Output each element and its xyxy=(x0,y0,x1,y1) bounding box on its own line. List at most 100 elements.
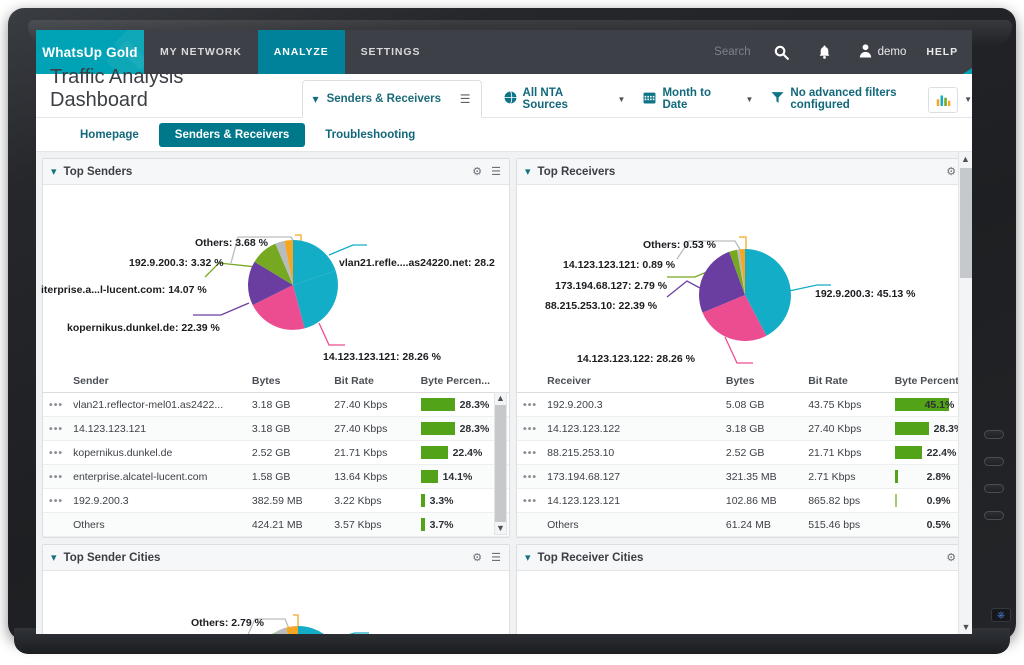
pct-value: 45.1% xyxy=(924,398,955,411)
chevron-down-icon: ▼ xyxy=(964,94,972,104)
page-title: Traffic Analysis Dashboard xyxy=(50,66,184,111)
cell-bytes: 5.08 GB xyxy=(721,392,805,417)
row-menu-icon[interactable]: ••• xyxy=(517,464,544,489)
gear-icon[interactable]: ⚙ xyxy=(472,165,482,178)
cell-name: enterprise.alcatel-lucent.com xyxy=(69,464,248,489)
cell-rate: 43.75 Kbps xyxy=(804,392,891,417)
cell-rate: 865.82 bps xyxy=(804,488,891,513)
search-icon[interactable] xyxy=(759,30,804,74)
pie-label-192-9-200-3: 192.9.200.3: 3.32 % xyxy=(129,257,224,269)
monitor-button-1[interactable] xyxy=(984,430,1004,439)
power-icon[interactable]: ⎈ xyxy=(991,608,1011,622)
pct-value: 22.4% xyxy=(926,446,957,459)
panel-header-top-senders: ▾ Top Senders ⚙ ☰ xyxy=(43,159,509,185)
funnel-icon xyxy=(771,91,784,107)
menu-icon[interactable]: ☰ xyxy=(491,165,501,178)
scroll-thumb[interactable] xyxy=(495,405,506,522)
table-row: ••• 192.9.200.3 5.08 GB 43.75 Kbps 45.1% xyxy=(517,392,972,417)
th-bytes[interactable]: Bytes xyxy=(721,370,805,393)
search-input[interactable]: Search xyxy=(714,30,758,74)
monitor-device: ⎈ WhatsUp Gold MY NETWORK ANALYZE SETTIN… xyxy=(0,0,1024,665)
th-bytes[interactable]: Bytes xyxy=(247,370,331,393)
calendar-icon xyxy=(643,91,656,107)
chevron-down-icon[interactable]: ▾ xyxy=(51,551,57,564)
page-scroll-thumb[interactable] xyxy=(960,168,972,278)
pie-top-sender-cities xyxy=(247,614,369,634)
monitor-button-4[interactable] xyxy=(984,511,1004,520)
pie-label-vlan21: vlan21.refle....as24220.net: 28.2 xyxy=(339,257,495,269)
pie-label-rcv-others: Others: 0.53 % xyxy=(643,239,716,251)
gear-icon[interactable]: ⚙ xyxy=(472,551,482,564)
scroll-up-icon[interactable]: ▲ xyxy=(496,393,505,404)
cell-rate: 27.40 Kbps xyxy=(330,392,417,417)
bell-icon[interactable] xyxy=(804,30,845,74)
menu-icon[interactable]: ☰ xyxy=(491,551,501,564)
cell-name: 173.194.68.127 xyxy=(543,464,722,489)
pie-label-rcv-14-123-123-122: 14.123.123.122: 28.26 % xyxy=(577,353,695,365)
page-scrollbar[interactable]: ▲ ▼ xyxy=(958,152,972,634)
th-receiver[interactable]: Receiver xyxy=(543,370,722,393)
pct-value: 22.4% xyxy=(452,446,483,459)
gear-icon[interactable]: ⚙ xyxy=(946,165,956,178)
pct-value: 3.3% xyxy=(429,494,454,507)
row-menu-icon[interactable]: ••• xyxy=(43,464,70,489)
cell-rate: 13.64 Kbps xyxy=(330,464,417,489)
cell-rate: 3.57 Kbps xyxy=(330,512,417,537)
row-menu-icon[interactable]: ••• xyxy=(517,392,544,417)
monitor-button-2[interactable] xyxy=(984,457,1004,466)
table-row: ••• 192.9.200.3 382.59 MB 3.22 Kbps 3.3% xyxy=(43,488,509,513)
tab-senders-receivers[interactable]: Senders & Receivers xyxy=(158,122,306,147)
pie-label-enterprise: iterprise.a...l-lucent.com: 14.07 % xyxy=(41,284,207,296)
cell-name: Others xyxy=(69,512,248,537)
tab-homepage[interactable]: Homepage xyxy=(64,123,155,147)
row-menu-icon[interactable]: ••• xyxy=(43,488,70,513)
nav-item-settings[interactable]: SETTINGS xyxy=(345,30,437,74)
pie-label-others: Others: 3.68 % xyxy=(195,237,268,249)
cell-bytes: 321.35 MB xyxy=(721,464,805,489)
pie-label-rcv-88-215-253-10: 88.215.253.10: 22.39 % xyxy=(545,300,658,312)
th-bit-rate[interactable]: Bit Rate xyxy=(804,370,891,393)
chevron-down-icon: ▼ xyxy=(745,94,754,104)
th-bit-rate[interactable]: Bit Rate xyxy=(330,370,417,393)
panel-title-top-sender-cities: Top Sender Cities xyxy=(63,551,161,564)
user-menu[interactable]: demo xyxy=(845,30,921,74)
chevron-down-icon: ▼ xyxy=(617,94,626,104)
tab-troubleshooting[interactable]: Troubleshooting xyxy=(309,123,431,147)
scroll-up-icon[interactable]: ▲ xyxy=(959,152,972,166)
chevron-down-icon[interactable]: ▾ xyxy=(51,165,57,178)
chart-view-button[interactable] xyxy=(928,87,958,113)
view-selector-tab[interactable]: ▾ Senders & Receivers ☰ xyxy=(301,80,482,118)
row-menu-icon[interactable]: ••• xyxy=(517,416,544,441)
table-header-row: Receiver Bytes Bit Rate Byte Percent... xyxy=(517,370,972,393)
pie-top-receiver-cities xyxy=(517,571,972,634)
gear-icon[interactable]: ⚙ xyxy=(946,551,956,564)
row-menu-icon[interactable]: ••• xyxy=(43,416,70,441)
pie-label-cities-others: Others: 2.79 % xyxy=(191,617,264,629)
help-link[interactable]: HELP xyxy=(920,30,972,74)
monitor-button-3[interactable] xyxy=(984,484,1004,493)
scroll-down-icon[interactable]: ▼ xyxy=(959,620,972,634)
scroll-down-icon[interactable]: ▼ xyxy=(496,523,505,534)
view-menu-icon[interactable]: ☰ xyxy=(460,92,471,106)
monitor-buttons[interactable] xyxy=(982,430,1008,538)
filter-date-range-label: Month to Date xyxy=(662,87,712,111)
row-menu-icon[interactable]: ••• xyxy=(43,440,70,465)
chart-top-sender-cities: Others: 2.79 % Redwood City, CA, US: 3.3… xyxy=(43,571,509,634)
th-byte-percent[interactable]: Byte Percen... xyxy=(416,370,509,393)
chevron-down-icon[interactable]: ▾ xyxy=(525,165,531,178)
row-menu-icon[interactable]: ••• xyxy=(517,488,544,513)
row-menu-icon[interactable]: ••• xyxy=(43,392,70,417)
chevron-down-icon[interactable]: ▾ xyxy=(525,551,531,564)
cell-bytes: 3.18 GB xyxy=(247,416,331,441)
filter-date-range[interactable]: Month to Date ▼ xyxy=(643,87,753,111)
table-scrollbar-senders[interactable]: ▲ ▼ xyxy=(494,392,507,535)
row-menu-icon[interactable]: ••• xyxy=(517,440,544,465)
th-sender[interactable]: Sender xyxy=(69,370,248,393)
cell-bytes: 61.24 MB xyxy=(721,512,805,537)
cell-rate: 27.40 Kbps xyxy=(330,416,417,441)
pie-label-rcv-173-194-68-127: 173.194.68.127: 2.79 % xyxy=(555,280,668,292)
screen: WhatsUp Gold MY NETWORK ANALYZE SETTINGS… xyxy=(36,30,972,634)
panel-top-receiver-cities: ▾ Top Receiver Cities ⚙ ☰ Others: 0.08 % xyxy=(516,544,972,634)
panel-title-top-receiver-cities: Top Receiver Cities xyxy=(537,551,644,564)
filter-nta-sources[interactable]: All NTA Sources ▼ xyxy=(504,87,626,111)
